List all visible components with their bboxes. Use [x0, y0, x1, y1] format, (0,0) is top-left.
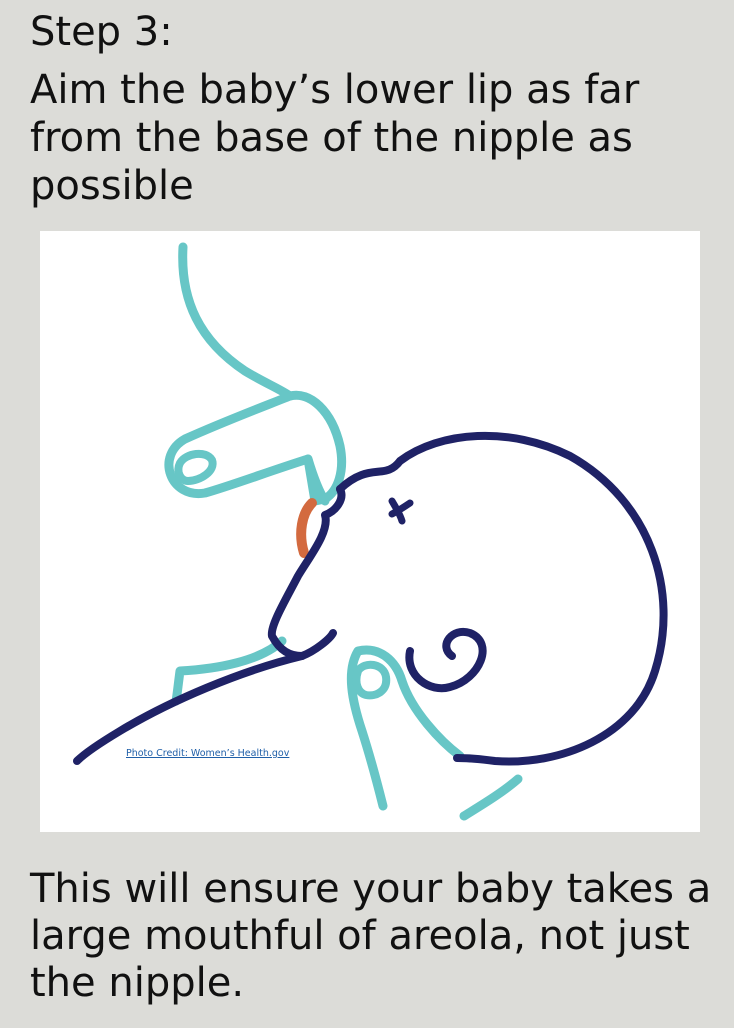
- photo-credit-link[interactable]: Photo Credit: Women’s Health.gov: [126, 748, 289, 759]
- step-title: Step 3:: [30, 9, 173, 55]
- thumbnail-outline: [174, 449, 217, 485]
- latch-illustration: Photo Credit: Women’s Health.gov: [40, 231, 700, 832]
- baby-eye: [388, 497, 414, 525]
- baby-ear: [405, 627, 487, 693]
- lower-breast-line: [459, 774, 523, 821]
- fingernail-outline: [352, 660, 391, 700]
- step-instruction: Aim the baby’s lower lip as far from the…: [30, 67, 640, 209]
- latch-drawing: [73, 242, 668, 821]
- mother-arm-line: [178, 242, 295, 401]
- footer-text: This will ensure your baby takes a large…: [30, 866, 712, 1006]
- areola-arc: [296, 498, 317, 558]
- supporting-finger-outline: [346, 645, 465, 811]
- baby-head-outline: [336, 431, 668, 766]
